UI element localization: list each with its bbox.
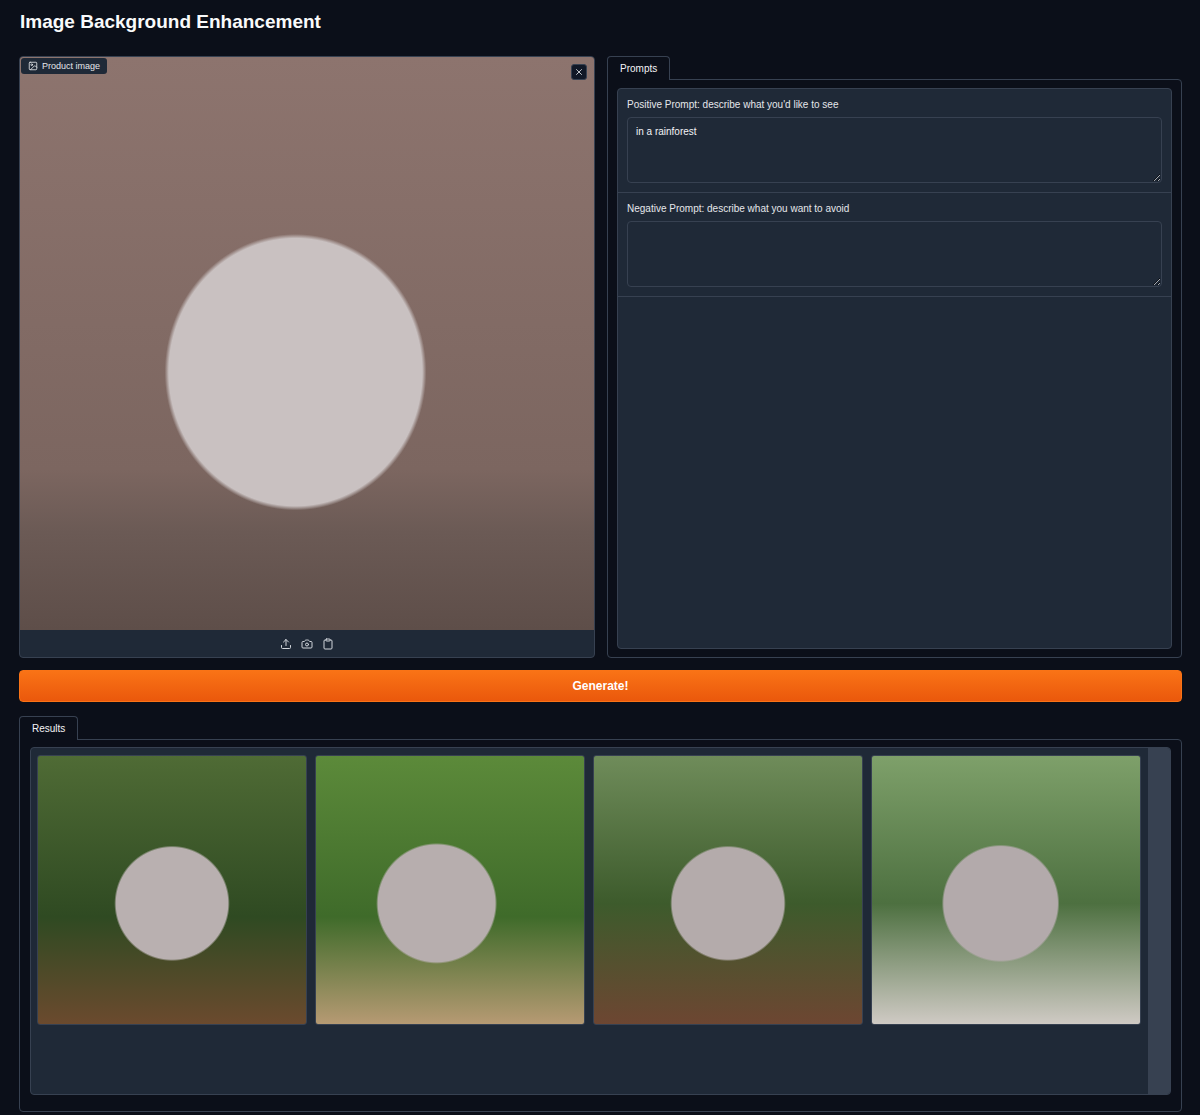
image-icon: [28, 61, 38, 71]
upload-icon: [280, 638, 292, 650]
image-toolbar: [20, 630, 594, 657]
prompt-textarea[interactable]: [627, 221, 1162, 287]
result-image[interactable]: [871, 755, 1141, 1025]
tab[interactable]: Prompts: [607, 56, 670, 80]
prompt-field: Positive Prompt: describe what you'd lik…: [618, 89, 1171, 193]
page: Image Background Enhancement Product imag…: [0, 0, 1200, 1115]
result-image[interactable]: [37, 755, 307, 1025]
prompts-panel: Positive Prompt: describe what you'd lik…: [607, 79, 1182, 658]
gallery-scrollbar[interactable]: [1148, 748, 1170, 1094]
tab[interactable]: Results: [19, 716, 78, 740]
result-image[interactable]: [593, 755, 863, 1025]
prompts-column: Prompts Positive Prompt: describe what yo…: [607, 56, 1182, 658]
clipboard-button[interactable]: [322, 638, 334, 650]
top-grid: Product image Prompts Positive Prompt: des…: [19, 56, 1182, 658]
prompt-label: Negative Prompt: describe what you want …: [627, 202, 1162, 215]
results-section: Results: [19, 716, 1182, 1112]
page-title: Image Background Enhancement: [20, 10, 1182, 34]
close-icon: [574, 67, 584, 77]
result-tiles: [31, 748, 1148, 1094]
results-gallery: [30, 747, 1171, 1095]
generate-button[interactable]: Generate!: [19, 670, 1182, 702]
prompt-box: Positive Prompt: describe what you'd lik…: [617, 88, 1172, 649]
close-button[interactable]: [571, 64, 587, 80]
result-tabs: Results: [19, 716, 1182, 739]
prompt-field: Negative Prompt: describe what you want …: [618, 193, 1171, 297]
image-label: Product image: [21, 58, 107, 74]
prompt-label: Positive Prompt: describe what you'd lik…: [627, 98, 1162, 111]
clipboard-icon: [322, 638, 334, 650]
image-input[interactable]: Product image: [19, 56, 595, 658]
product-photo: [20, 57, 594, 630]
prompt-tabs: Prompts: [607, 56, 1182, 79]
webcam-button[interactable]: [301, 638, 313, 650]
prompt-textarea[interactable]: in a rainforest: [627, 117, 1162, 183]
result-image[interactable]: [315, 755, 585, 1025]
webcam-icon: [301, 638, 313, 650]
upload-button[interactable]: [280, 638, 292, 650]
results-panel: [19, 739, 1182, 1112]
